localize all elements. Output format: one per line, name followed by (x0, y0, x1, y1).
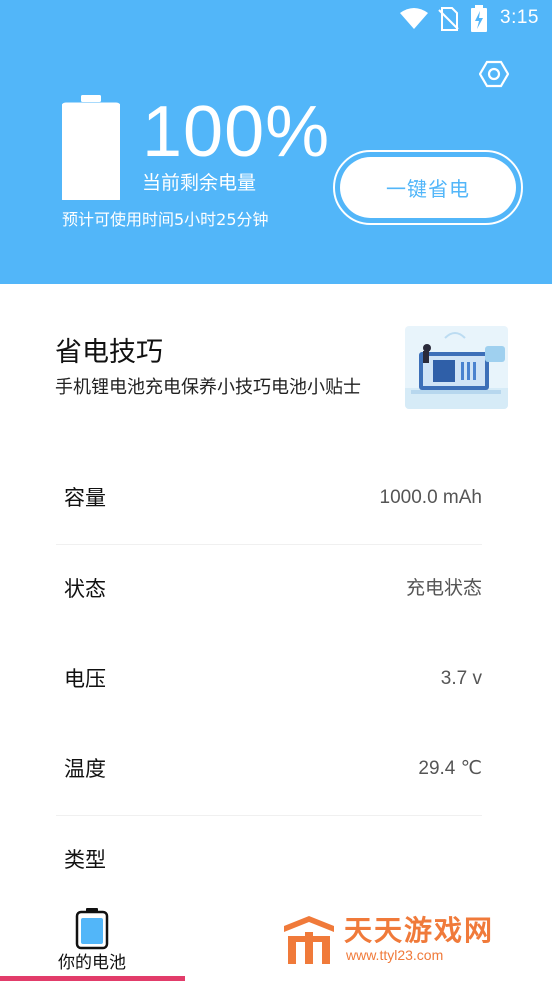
battery-info-list: 容量 1000.0 mAh 状态 充电状态 电压 3.7 v 温度 29.4 ℃… (56, 454, 482, 906)
watermark-url: www.ttyl23.com (346, 947, 444, 963)
one-key-save-button[interactable]: 一键省电 (333, 150, 523, 225)
nav-item-your-battery[interactable]: 你的电池 (40, 906, 144, 976)
info-label: 温度 (64, 757, 106, 781)
no-sim-icon (438, 7, 459, 31)
battery-level-icon (62, 95, 120, 200)
estimated-usage-time: 预计可使用时间5小时25分钟 (62, 210, 269, 229)
info-row-type: 类型 (56, 816, 482, 906)
info-label: 类型 (64, 848, 106, 872)
info-row-voltage: 电压 3.7 v (56, 635, 482, 725)
watermark-logo-icon (284, 916, 334, 964)
nav-label: 你的电池 (58, 953, 126, 973)
tips-title: 省电技巧 (55, 337, 163, 368)
watermark: 天天游戏网 www.ttyl23.com (280, 910, 520, 970)
info-row-capacity: 容量 1000.0 mAh (56, 454, 482, 545)
info-label: 电压 (64, 667, 106, 691)
tips-thumbnail-image (405, 326, 508, 409)
battery-percent: 100% (142, 92, 331, 172)
info-label: 容量 (64, 486, 106, 510)
battery-icon (75, 908, 109, 950)
remaining-battery-label: 当前剩余电量 (142, 172, 257, 194)
info-value: 充电状态 (405, 578, 482, 599)
status-time: 3:15 (500, 7, 539, 28)
gear-icon[interactable] (479, 59, 509, 89)
wifi-icon (400, 8, 428, 29)
tips-subtitle: 手机锂电池充电保养小技巧电池小贴士 (55, 377, 361, 398)
power-saving-tips-card[interactable]: 省电技巧 手机锂电池充电保养小技巧电池小贴士 (0, 310, 552, 420)
info-label: 状态 (64, 577, 106, 601)
info-row-temperature: 温度 29.4 ℃ (56, 725, 482, 816)
nav-active-indicator (0, 976, 185, 981)
battery-charging-icon (471, 5, 487, 32)
info-value: 3.7 v (440, 668, 482, 689)
header: 3:15 100% 当前剩余电量 预计可使用时间5小时25分钟 一键省电 (0, 0, 552, 284)
status-bar: 3:15 (0, 0, 552, 40)
one-key-save-label: 一键省电 (340, 157, 516, 218)
info-value: 1000.0 mAh (379, 487, 482, 508)
watermark-title: 天天游戏网 (344, 914, 495, 947)
info-row-status: 状态 充电状态 (56, 545, 482, 635)
info-value: 29.4 ℃ (418, 758, 482, 779)
